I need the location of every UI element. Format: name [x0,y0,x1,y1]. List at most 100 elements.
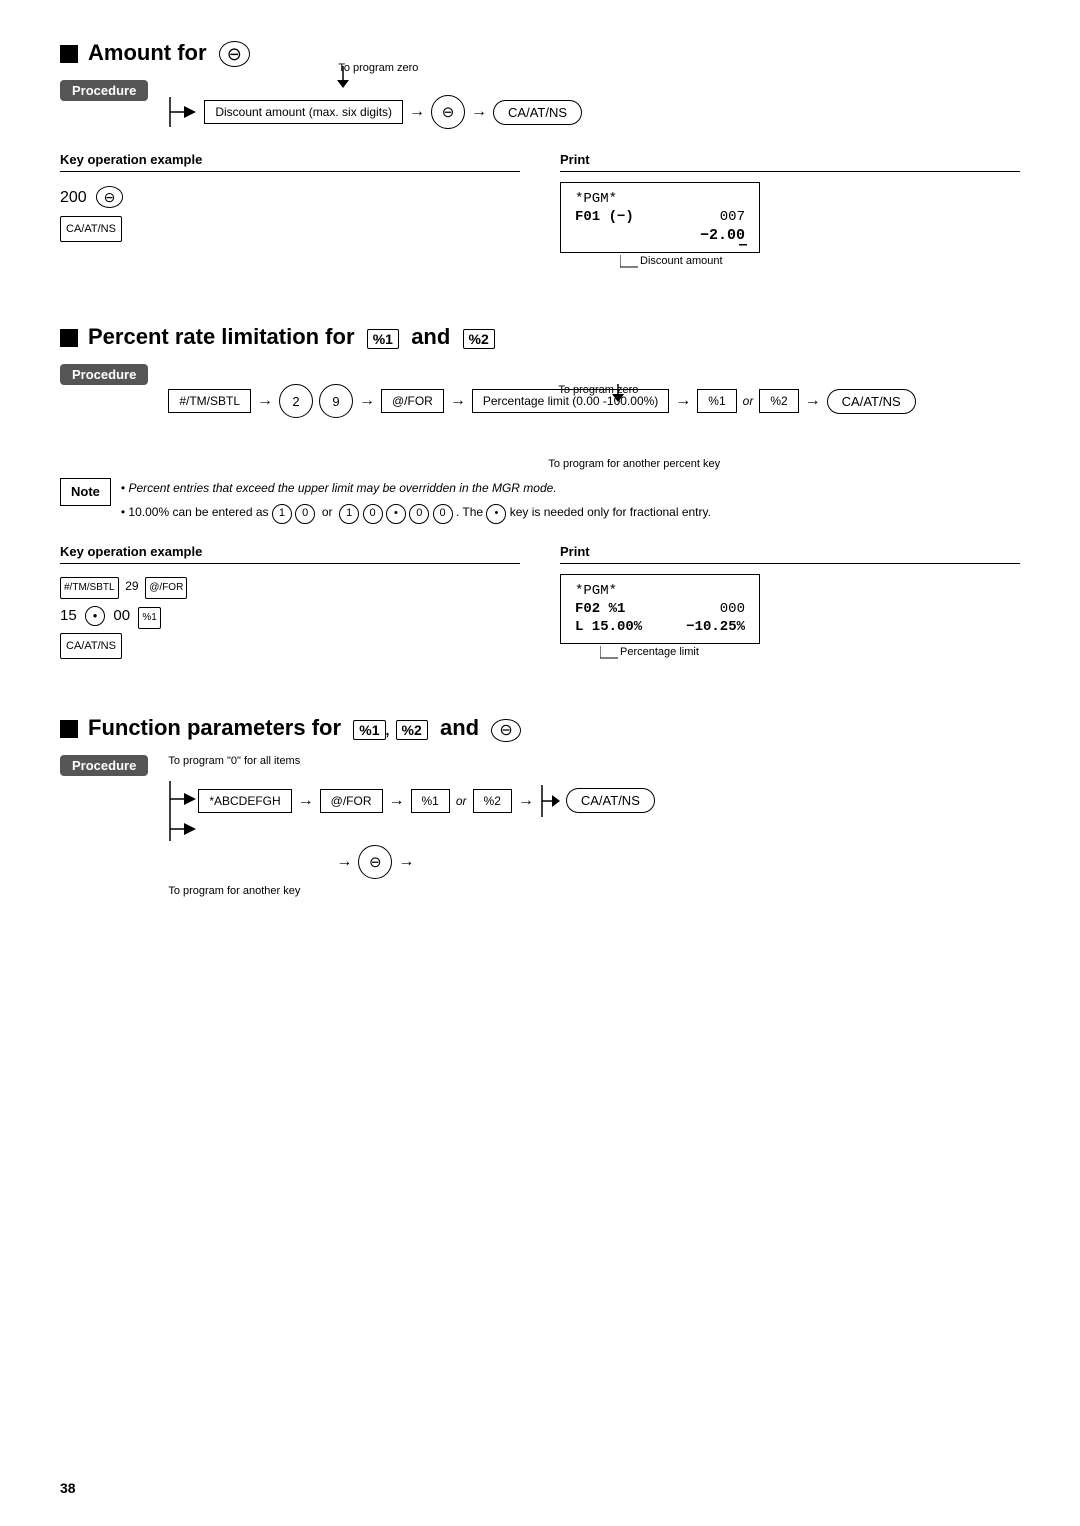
flow-top-row-3: *ABCDEFGH → @/FOR → %1 or %2 → [198,771,655,831]
section-title-amount: Amount for ⊖ [60,40,1020,66]
black-square-icon-3 [60,720,78,738]
receipt-line-amount: −2.00 [575,227,745,244]
receipt-line-pct: L 15.00% −10.25% [575,619,745,635]
arrow-1a: → [409,103,425,121]
arrow-3d: → [336,853,352,871]
toplabel-3: To program "0" for all items [168,755,1020,767]
flow-box-abcdefgh: *ABCDEFGH [198,789,291,813]
procedure-row-3: Procedure To program "0" for all items *… [60,755,1020,897]
flow-circle-9: 9 [319,384,353,418]
key-hmtm-2: #/TM/SBTL [60,577,119,599]
receipt-line-pgm2: *PGM* [575,583,745,599]
key-pct1-func: %1 [353,720,385,740]
print-col-2: Print *PGM* F02 %1 000 L 15.00% −10.25% [560,544,1020,665]
underline-mark [739,238,747,246]
key-minus-func: ⊖ [491,719,520,742]
arrow-2a: → [257,392,273,410]
circ-1a: 1 [272,504,292,524]
flow-box-discount: Discount amount (max. six digits) [204,100,403,124]
flow-rows-3: *ABCDEFGH → @/FOR → %1 or %2 → [198,771,655,879]
section-func-params: Function parameters for %1, %2 and ⊖ Pro… [60,715,1020,897]
flow-main-row-1: Discount amount (max. six digits) → ⊖ → … [168,92,1020,132]
bottomlabel-3: To program for another key [168,885,1020,897]
arrow-2e: → [805,392,821,410]
receipt-wrapper-2: *PGM* F02 %1 000 L 15.00% −10.25% [560,574,760,662]
key-pct1-2: %1 [138,607,160,629]
black-square-icon [60,45,78,63]
key-op-line-2a: #/TM/SBTL 29 @/FOR [60,574,520,599]
circ-0d: 0 [433,504,453,524]
circ-dot-key: • [85,606,105,626]
or-text-2: or [743,394,754,408]
flow-box-pct1-3: %1 [411,789,450,813]
receipt-wrapper-1: *PGM* F01 (−) 007 −2.00 [560,182,760,271]
key-op-col-1: Key operation example 200 ⊖ CA/AT/NS [60,152,520,274]
flow-diagram-1: To program zero Discount amount (max. si… [168,80,1020,132]
receipt-pct-val: −10.25% [686,619,745,635]
flow-diagram-3: To program "0" for all items *ABCDEFGH → [168,755,1020,897]
arrow-3a: → [298,792,314,810]
circ-0b: 0 [363,504,383,524]
flow-percent-area: To program zero #/TM/SBTL → 2 9 → @/FOR … [168,384,1020,454]
procedure-badge-3: Procedure [60,755,148,776]
note-badge-2: Note [60,478,111,506]
circ-0c: 0 [409,504,429,524]
flow-bot-row-3: → ⊖ → [336,845,655,879]
circ-1b: 1 [339,504,359,524]
key-op-line-1: 200 ⊖ [60,182,520,214]
flow-box-pct1: %1 [697,389,736,413]
section-percent-rate: Percent rate limitation for %1 and %2 Pr… [60,324,1020,665]
key-pct2-title: %2 [463,329,495,349]
receipt-box-2: *PGM* F02 %1 000 L 15.00% −10.25% [560,574,760,644]
top-arrow-svg [323,66,483,96]
note-line-1: • Percent entries that exceed the upper … [121,478,711,498]
flow-box-for: @/FOR [381,389,444,413]
flow-box-pct2-3: %2 [473,789,512,813]
key-pct1-title: %1 [367,329,399,349]
bottomlabel-2: To program for another percent key [548,458,720,470]
key-caatns-1: CA/AT/NS [60,216,122,242]
procedure-row-2: Procedure To program zero #/TM/SBTL → 2 … [60,364,1020,454]
twocol-1: Key operation example 200 ⊖ CA/AT/NS Pri… [60,152,1020,274]
flow-key-minus-3: ⊖ [358,845,392,879]
discount-annotation-text: Discount amount [640,255,723,267]
or-text-3: or [456,794,467,808]
arrow-3c: → [518,792,534,810]
annotation-svg-1 [620,255,640,271]
key-op-content-2: #/TM/SBTL 29 @/FOR 15 • 00 %1 CA/AT/NS [60,574,520,659]
arrow-3b: → [389,792,405,810]
procedure-row-1: Procedure To program zero Discount [60,80,1020,132]
flow-circle-2: 2 [279,384,313,418]
top-arrow-2 [608,384,688,406]
key-pct2-func: %2 [396,720,428,740]
arrow-2c: → [450,392,466,410]
note-line-2: • 10.00% can be entered as 1 0 or 1 0 • … [121,502,711,523]
key-op-line-2c: CA/AT/NS [60,633,520,659]
key-op-content-1: 200 ⊖ CA/AT/NS [60,182,520,242]
twocol-2: Key operation example #/TM/SBTL 29 @/FOR… [60,544,1020,665]
section-title-text: Amount for ⊖ [88,40,250,66]
annotation-svg-2 [600,646,620,662]
pct-annotation: Percentage limit [600,646,760,662]
flow-box-for-3: @/FOR [320,789,383,813]
print-col-1: Print *PGM* F01 (−) 007 −2.00 [560,152,1020,274]
arrow-1b: → [471,103,487,121]
pct-annotation-text: Percentage limit [620,646,699,658]
arrow-3e: → [398,853,414,871]
flow-diagram-2: To program zero #/TM/SBTL → 2 9 → @/FOR … [168,364,1020,454]
col-header-keyop-2: Key operation example [60,544,520,564]
col-header-print-1: Print [560,152,1020,172]
section-title-percent: Percent rate limitation for %1 and %2 [60,324,1020,350]
key-op-line-2b: 15 • 00 %1 [60,601,520,631]
circ-0a: 0 [295,504,315,524]
key-op-col-2: Key operation example #/TM/SBTL 29 @/FOR… [60,544,520,665]
receipt-f01-val: 007 [720,209,745,225]
receipt-pct-label: L 15.00% [575,619,642,635]
receipt-f02-label: F02 %1 [575,601,625,617]
arrow-2b: → [359,392,375,410]
receipt-line-f01: F01 (−) 007 [575,209,745,225]
col-header-print-2: Print [560,544,1020,564]
discount-annotation: Discount amount [620,255,760,271]
receipt-line-f02: F02 %1 000 [575,601,745,617]
flow-box-caatns-2: CA/AT/NS [827,389,916,414]
